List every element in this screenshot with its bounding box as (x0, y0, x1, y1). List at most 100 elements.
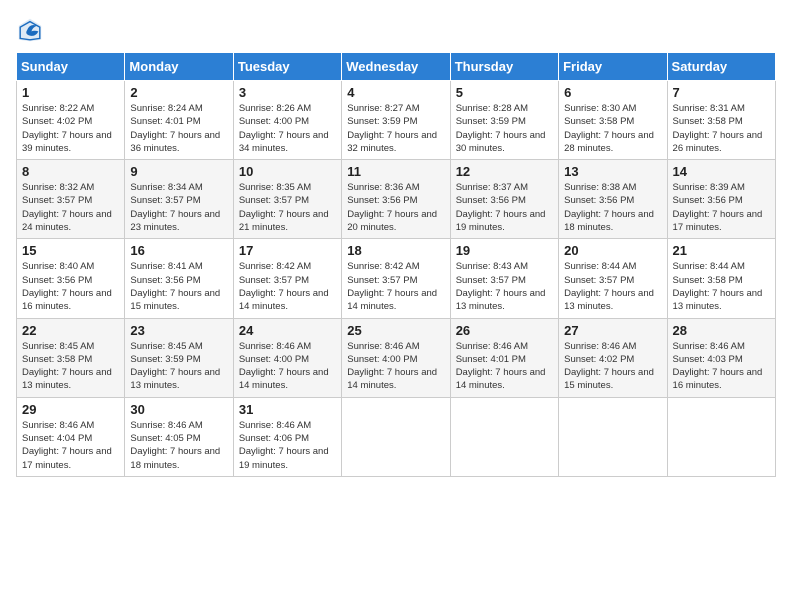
day-number: 25 (347, 323, 444, 338)
calendar-cell: 7 Sunrise: 8:31 AMSunset: 3:58 PMDayligh… (667, 81, 775, 160)
logo (16, 16, 48, 44)
calendar-cell: 4 Sunrise: 8:27 AMSunset: 3:59 PMDayligh… (342, 81, 450, 160)
day-info: Sunrise: 8:32 AMSunset: 3:57 PMDaylight:… (22, 181, 119, 234)
calendar-cell: 20 Sunrise: 8:44 AMSunset: 3:57 PMDaylig… (559, 239, 667, 318)
day-number: 26 (456, 323, 553, 338)
day-info: Sunrise: 8:41 AMSunset: 3:56 PMDaylight:… (130, 260, 227, 313)
calendar-cell: 10 Sunrise: 8:35 AMSunset: 3:57 PMDaylig… (233, 160, 341, 239)
calendar-cell: 16 Sunrise: 8:41 AMSunset: 3:56 PMDaylig… (125, 239, 233, 318)
calendar-cell: 27 Sunrise: 8:46 AMSunset: 4:02 PMDaylig… (559, 318, 667, 397)
day-info: Sunrise: 8:45 AMSunset: 3:58 PMDaylight:… (22, 340, 119, 393)
calendar-cell: 24 Sunrise: 8:46 AMSunset: 4:00 PMDaylig… (233, 318, 341, 397)
calendar-cell: 18 Sunrise: 8:42 AMSunset: 3:57 PMDaylig… (342, 239, 450, 318)
day-info: Sunrise: 8:46 AMSunset: 4:00 PMDaylight:… (239, 340, 336, 393)
calendar-cell: 5 Sunrise: 8:28 AMSunset: 3:59 PMDayligh… (450, 81, 558, 160)
day-info: Sunrise: 8:27 AMSunset: 3:59 PMDaylight:… (347, 102, 444, 155)
day-info: Sunrise: 8:42 AMSunset: 3:57 PMDaylight:… (239, 260, 336, 313)
day-info: Sunrise: 8:24 AMSunset: 4:01 PMDaylight:… (130, 102, 227, 155)
calendar-week-1: 1 Sunrise: 8:22 AMSunset: 4:02 PMDayligh… (17, 81, 776, 160)
day-info: Sunrise: 8:38 AMSunset: 3:56 PMDaylight:… (564, 181, 661, 234)
calendar-cell: 22 Sunrise: 8:45 AMSunset: 3:58 PMDaylig… (17, 318, 125, 397)
day-number: 15 (22, 243, 119, 258)
day-number: 23 (130, 323, 227, 338)
day-number: 21 (673, 243, 770, 258)
day-number: 14 (673, 164, 770, 179)
calendar-cell: 13 Sunrise: 8:38 AMSunset: 3:56 PMDaylig… (559, 160, 667, 239)
day-info: Sunrise: 8:39 AMSunset: 3:56 PMDaylight:… (673, 181, 770, 234)
day-info: Sunrise: 8:28 AMSunset: 3:59 PMDaylight:… (456, 102, 553, 155)
day-info: Sunrise: 8:44 AMSunset: 3:57 PMDaylight:… (564, 260, 661, 313)
calendar-cell: 12 Sunrise: 8:37 AMSunset: 3:56 PMDaylig… (450, 160, 558, 239)
calendar-week-4: 22 Sunrise: 8:45 AMSunset: 3:58 PMDaylig… (17, 318, 776, 397)
day-number: 5 (456, 85, 553, 100)
day-info: Sunrise: 8:46 AMSunset: 4:02 PMDaylight:… (564, 340, 661, 393)
calendar-cell: 25 Sunrise: 8:46 AMSunset: 4:00 PMDaylig… (342, 318, 450, 397)
day-number: 1 (22, 85, 119, 100)
calendar-cell: 26 Sunrise: 8:46 AMSunset: 4:01 PMDaylig… (450, 318, 558, 397)
day-info: Sunrise: 8:46 AMSunset: 4:03 PMDaylight:… (673, 340, 770, 393)
calendar-cell: 15 Sunrise: 8:40 AMSunset: 3:56 PMDaylig… (17, 239, 125, 318)
calendar-cell: 6 Sunrise: 8:30 AMSunset: 3:58 PMDayligh… (559, 81, 667, 160)
day-number: 22 (22, 323, 119, 338)
calendar-cell: 23 Sunrise: 8:45 AMSunset: 3:59 PMDaylig… (125, 318, 233, 397)
weekday-header-friday: Friday (559, 53, 667, 81)
day-number: 13 (564, 164, 661, 179)
weekday-header-saturday: Saturday (667, 53, 775, 81)
calendar-cell: 29 Sunrise: 8:46 AMSunset: 4:04 PMDaylig… (17, 397, 125, 476)
day-info: Sunrise: 8:40 AMSunset: 3:56 PMDaylight:… (22, 260, 119, 313)
calendar-week-2: 8 Sunrise: 8:32 AMSunset: 3:57 PMDayligh… (17, 160, 776, 239)
calendar-cell: 9 Sunrise: 8:34 AMSunset: 3:57 PMDayligh… (125, 160, 233, 239)
day-number: 27 (564, 323, 661, 338)
day-info: Sunrise: 8:46 AMSunset: 4:00 PMDaylight:… (347, 340, 444, 393)
weekday-header-wednesday: Wednesday (342, 53, 450, 81)
day-number: 24 (239, 323, 336, 338)
calendar-header-row: SundayMondayTuesdayWednesdayThursdayFrid… (17, 53, 776, 81)
day-number: 2 (130, 85, 227, 100)
calendar-cell: 30 Sunrise: 8:46 AMSunset: 4:05 PMDaylig… (125, 397, 233, 476)
day-number: 20 (564, 243, 661, 258)
calendar-table: SundayMondayTuesdayWednesdayThursdayFrid… (16, 52, 776, 477)
page-header (16, 16, 776, 44)
calendar-cell (342, 397, 450, 476)
day-info: Sunrise: 8:31 AMSunset: 3:58 PMDaylight:… (673, 102, 770, 155)
day-number: 18 (347, 243, 444, 258)
day-info: Sunrise: 8:37 AMSunset: 3:56 PMDaylight:… (456, 181, 553, 234)
calendar-cell: 28 Sunrise: 8:46 AMSunset: 4:03 PMDaylig… (667, 318, 775, 397)
day-info: Sunrise: 8:46 AMSunset: 4:05 PMDaylight:… (130, 419, 227, 472)
day-number: 8 (22, 164, 119, 179)
day-number: 11 (347, 164, 444, 179)
calendar-week-3: 15 Sunrise: 8:40 AMSunset: 3:56 PMDaylig… (17, 239, 776, 318)
day-info: Sunrise: 8:35 AMSunset: 3:57 PMDaylight:… (239, 181, 336, 234)
calendar-cell (450, 397, 558, 476)
day-info: Sunrise: 8:46 AMSunset: 4:04 PMDaylight:… (22, 419, 119, 472)
calendar-cell: 8 Sunrise: 8:32 AMSunset: 3:57 PMDayligh… (17, 160, 125, 239)
weekday-header-tuesday: Tuesday (233, 53, 341, 81)
calendar-cell: 1 Sunrise: 8:22 AMSunset: 4:02 PMDayligh… (17, 81, 125, 160)
day-info: Sunrise: 8:45 AMSunset: 3:59 PMDaylight:… (130, 340, 227, 393)
day-number: 12 (456, 164, 553, 179)
calendar-cell: 11 Sunrise: 8:36 AMSunset: 3:56 PMDaylig… (342, 160, 450, 239)
weekday-header-monday: Monday (125, 53, 233, 81)
calendar-cell: 21 Sunrise: 8:44 AMSunset: 3:58 PMDaylig… (667, 239, 775, 318)
weekday-header-thursday: Thursday (450, 53, 558, 81)
day-info: Sunrise: 8:34 AMSunset: 3:57 PMDaylight:… (130, 181, 227, 234)
calendar-week-5: 29 Sunrise: 8:46 AMSunset: 4:04 PMDaylig… (17, 397, 776, 476)
day-number: 29 (22, 402, 119, 417)
day-number: 6 (564, 85, 661, 100)
day-info: Sunrise: 8:46 AMSunset: 4:01 PMDaylight:… (456, 340, 553, 393)
day-number: 16 (130, 243, 227, 258)
calendar-cell: 19 Sunrise: 8:43 AMSunset: 3:57 PMDaylig… (450, 239, 558, 318)
day-number: 28 (673, 323, 770, 338)
day-info: Sunrise: 8:46 AMSunset: 4:06 PMDaylight:… (239, 419, 336, 472)
day-info: Sunrise: 8:43 AMSunset: 3:57 PMDaylight:… (456, 260, 553, 313)
calendar-cell: 3 Sunrise: 8:26 AMSunset: 4:00 PMDayligh… (233, 81, 341, 160)
calendar-cell (667, 397, 775, 476)
calendar-cell (559, 397, 667, 476)
day-number: 9 (130, 164, 227, 179)
day-number: 7 (673, 85, 770, 100)
day-number: 30 (130, 402, 227, 417)
calendar-cell: 17 Sunrise: 8:42 AMSunset: 3:57 PMDaylig… (233, 239, 341, 318)
day-info: Sunrise: 8:26 AMSunset: 4:00 PMDaylight:… (239, 102, 336, 155)
day-number: 17 (239, 243, 336, 258)
logo-icon (16, 16, 44, 44)
